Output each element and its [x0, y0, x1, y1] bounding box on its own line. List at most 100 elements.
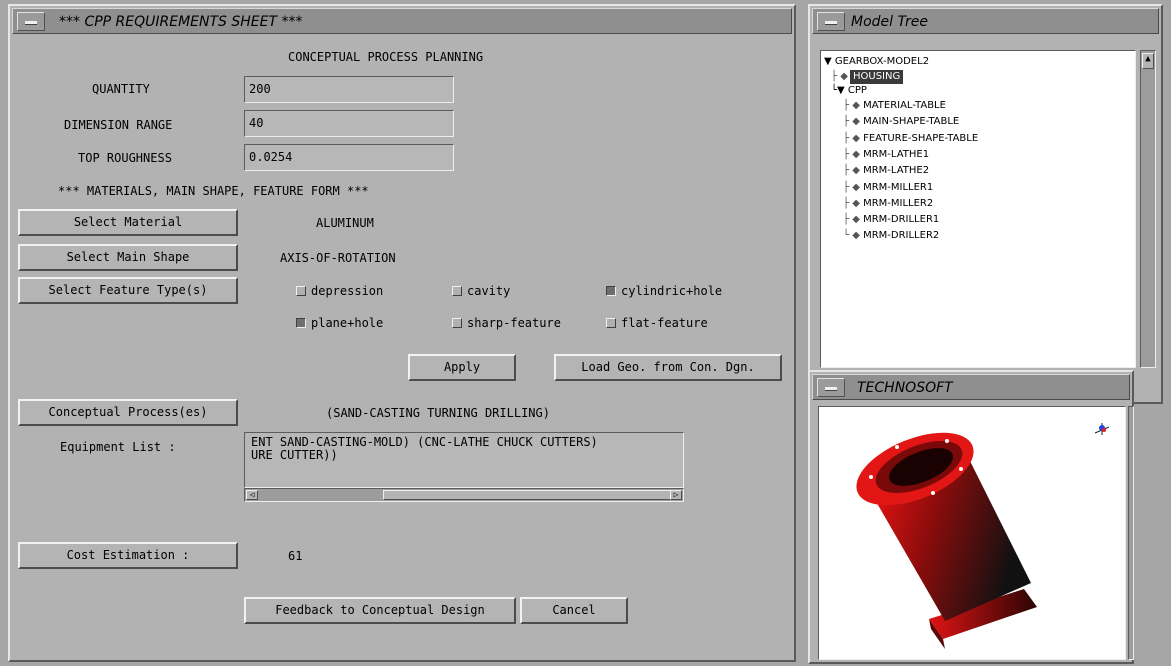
bolt-hole — [895, 445, 899, 449]
scrollbar-thumb[interactable] — [383, 490, 671, 500]
checkbox-label: depression — [311, 284, 384, 298]
dimension-range-label: DIMENSION RANGE — [64, 118, 173, 132]
scrollbar-thumb[interactable]: ▲ — [1142, 53, 1154, 69]
model-tree-panel: ▼ GEARBOX-MODEL2 ├ ◆ HOUSING └▼ CPP ├ ◆ … — [820, 50, 1136, 368]
minimize-icon[interactable] — [817, 12, 845, 31]
checkbox-icon[interactable] — [606, 318, 616, 328]
viewer-scrollbar[interactable] — [1128, 406, 1134, 660]
tree-node-cpp-label: CPP — [847, 85, 867, 96]
checkbox-icon[interactable] — [296, 318, 306, 328]
checkbox-label: cavity — [467, 284, 511, 298]
material-value: ALUMINUM — [316, 216, 374, 230]
feature-checkbox-depression[interactable]: depression — [296, 284, 383, 298]
tree-node-mrm-miller1[interactable]: ├ ◆ MRM-MILLER1 — [843, 181, 933, 195]
viewer-canvas[interactable] — [818, 406, 1126, 660]
viewer-title: TECHNOSOFT — [857, 380, 953, 396]
tree-node-label: MRM-LATHE1 — [863, 148, 930, 160]
quantity-label: QUANTITY — [92, 82, 150, 96]
tree-connector: ├ ◆ — [843, 165, 864, 177]
tree-connector: ├ ◆ — [843, 116, 864, 128]
top-roughness-label: TOP ROUGHNESS — [78, 151, 172, 165]
model-tree-title: Model Tree — [851, 14, 928, 30]
quantity-field[interactable]: 200 — [244, 76, 454, 103]
window-title: *** CPP REQUIREMENTS SHEET *** — [59, 14, 303, 30]
tree-root[interactable]: ▼ GEARBOX-MODEL2 — [824, 55, 929, 69]
tree-node-mrm-driller2[interactable]: └ ◆ MRM-DRILLER2 — [843, 229, 939, 243]
cpp-window-titlebar[interactable]: *** CPP REQUIREMENTS SHEET *** — [12, 8, 792, 34]
tree-node-housing[interactable]: HOUSING — [850, 70, 904, 84]
tree-connector: └ ◆ — [843, 230, 864, 242]
model-tree-titlebar[interactable]: Model Tree — [812, 8, 1159, 34]
minimize-icon[interactable] — [17, 12, 45, 31]
part-model-3d[interactable] — [819, 407, 1126, 660]
tree-node-label: FEATURE-SHAPE-TABLE — [863, 132, 979, 144]
tree-connector: ├ ◆ — [831, 71, 848, 82]
cpp-requirements-window: *** CPP REQUIREMENTS SHEET *** CONCEPTUA… — [8, 4, 796, 662]
equipment-list-textarea[interactable]: ENT SAND-CASTING-MOLD) (CNC-LATHE CHUCK … — [244, 432, 684, 488]
conceptual-process-button[interactable]: Conceptual Process(es) — [18, 399, 238, 426]
checkbox-icon[interactable] — [606, 286, 616, 296]
tree-root-label: GEARBOX-MODEL2 — [834, 56, 930, 67]
checkbox-label: sharp-feature — [467, 316, 561, 330]
feature-checkbox-sharp-feature[interactable]: sharp-feature — [452, 316, 561, 330]
tree-connector: ├ ◆ — [843, 100, 864, 111]
tree-node-label: MRM-MILLER2 — [863, 197, 934, 209]
tree-node-label: MRM-LATHE2 — [863, 165, 930, 177]
main-shape-value: AXIS-OF-ROTATION — [280, 251, 396, 265]
model-tree-window: Model Tree ▼ GEARBOX-MODEL2 ├ ◆ HOUSING … — [808, 4, 1163, 404]
tree-connector: ├ ◆ — [843, 214, 864, 226]
tree-node-label: MRM-MILLER1 — [863, 181, 934, 193]
viewer-titlebar[interactable]: TECHNOSOFT — [812, 374, 1130, 400]
model-tree-scrollbar[interactable]: ▲ — [1140, 50, 1156, 368]
feedback-button[interactable]: Feedback to Conceptual Design — [244, 597, 516, 624]
tree-node-label: MATERIAL-TABLE — [863, 100, 946, 111]
apply-button[interactable]: Apply — [408, 354, 516, 381]
checkbox-label: plane+hole — [311, 316, 384, 330]
page-heading: CONCEPTUAL PROCESS PLANNING — [288, 50, 484, 64]
checkbox-icon[interactable] — [452, 286, 462, 296]
section-heading: *** MATERIALS, MAIN SHAPE, FEATURE FORM … — [58, 184, 369, 198]
conceptual-process-value: (SAND-CASTING TURNING DRILLING) — [326, 406, 550, 420]
scroll-right-icon[interactable]: ▷ — [670, 490, 682, 500]
select-feature-types-button[interactable]: Select Feature Type(s) — [18, 277, 238, 304]
load-geo-button[interactable]: Load Geo. from Con. Dgn. — [554, 354, 782, 381]
tree-node-mrm-lathe1[interactable]: ├ ◆ MRM-LATHE1 — [843, 148, 929, 162]
top-roughness-field[interactable]: 0.0254 — [244, 144, 454, 171]
tree-node-label: MAIN-SHAPE-TABLE — [863, 116, 960, 128]
feature-checkbox-flat-feature[interactable]: flat-feature — [606, 316, 708, 330]
cost-value: 61 — [288, 549, 303, 563]
scroll-left-icon[interactable]: ◁ — [246, 490, 258, 500]
tree-node-mrm-lathe2[interactable]: ├ ◆ MRM-LATHE2 — [843, 164, 929, 178]
cancel-button[interactable]: Cancel — [520, 597, 628, 624]
minimize-icon[interactable] — [817, 378, 845, 397]
tree-connector: ├ ◆ — [843, 132, 864, 144]
bolt-hole — [959, 467, 963, 471]
bolt-hole — [931, 491, 935, 495]
tree-node-main-shape-table[interactable]: ├ ◆ MAIN-SHAPE-TABLE — [843, 115, 959, 129]
tree-node-material-table[interactable]: ├ ◆ MATERIAL-TABLE — [843, 99, 946, 113]
tree-node-cpp[interactable]: └▼ CPP — [831, 84, 867, 98]
bolt-hole — [945, 439, 949, 443]
tree-node-label: MRM-DRILLER2 — [863, 230, 940, 242]
dimension-range-field[interactable]: 40 — [244, 110, 454, 137]
feature-checkbox-cavity[interactable]: cavity — [452, 284, 510, 298]
cost-estimation-button[interactable]: Cost Estimation : — [18, 542, 238, 569]
equipment-list-label: Equipment List : — [60, 440, 176, 454]
tree-node-mrm-miller2[interactable]: ├ ◆ MRM-MILLER2 — [843, 197, 933, 211]
checkbox-label: flat-feature — [621, 316, 708, 330]
checkbox-label: cylindric+hole — [621, 284, 723, 298]
tree-connector: ├ ◆ — [843, 181, 864, 193]
checkbox-icon[interactable] — [296, 286, 306, 296]
feature-checkbox-plane-hole[interactable]: plane+hole — [296, 316, 383, 330]
feature-checkbox-cylindric-hole[interactable]: cylindric+hole — [606, 284, 722, 298]
tree-node-feature-shape-table[interactable]: ├ ◆ FEATURE-SHAPE-TABLE — [843, 132, 978, 146]
tree-connector: ├ ◆ — [843, 148, 864, 160]
tree-node-label: MRM-DRILLER1 — [863, 214, 940, 226]
select-main-shape-button[interactable]: Select Main Shape — [18, 244, 238, 271]
select-material-button[interactable]: Select Material — [18, 209, 238, 236]
checkbox-icon[interactable] — [452, 318, 462, 328]
tree-node-mrm-driller1[interactable]: ├ ◆ MRM-DRILLER1 — [843, 213, 939, 227]
technosoft-viewer-window: TECHNOSOFT — [808, 370, 1134, 664]
axis-triad-icon — [1094, 423, 1110, 435]
equipment-list-scrollbar[interactable]: ◁ ▷ — [244, 488, 684, 502]
